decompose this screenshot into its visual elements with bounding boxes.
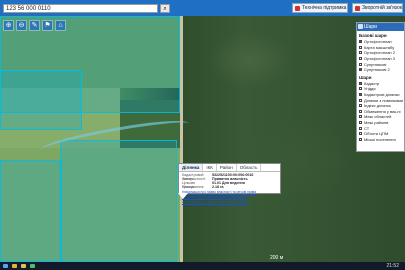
search-input[interactable]: 123 56 000 0110	[3, 4, 158, 13]
scale-bar: 200 м	[270, 255, 284, 261]
layer-label: Ортофотоплан	[364, 39, 392, 45]
feedback-button[interactable]: Зворотній зв'язок	[352, 3, 403, 13]
layer-checkbox[interactable]	[359, 68, 362, 72]
layer-row[interactable]: Супутникові 2	[357, 67, 404, 73]
layer-checkbox[interactable]	[359, 87, 362, 91]
parcel-info-popup: Ділянка ІКК Район Область Кадастровий номер…	[178, 163, 281, 204]
info-link[interactable]: Інформація про право власності та речові…	[179, 190, 280, 194]
layers-heading: Шари	[359, 74, 372, 80]
layer-checkbox[interactable]	[359, 93, 362, 97]
layer-label: Ортофотоплан 2	[364, 50, 395, 56]
map-tools: ⊕ ⊖ ✎ ⚑ ⌂	[3, 20, 66, 32]
layer-checkbox[interactable]	[359, 40, 362, 44]
zoom-out-icon[interactable]: ⊖	[16, 20, 27, 31]
cadastral-parcel[interactable]	[0, 160, 62, 262]
layers-panel-header[interactable]: Шари	[357, 23, 404, 31]
support-button[interactable]: Технічна підтримка	[292, 3, 348, 13]
layers-panel-title: Шари	[364, 24, 377, 30]
layer-row[interactable]: Обмеження у вик-ні	[357, 109, 404, 115]
layer-checkbox[interactable]	[359, 51, 362, 55]
layer-label: Межі районів	[364, 120, 389, 126]
feedback-icon	[355, 6, 360, 11]
top-bar: 123 56 000 0110 ⌕ Технічна підтримка Зво…	[0, 0, 405, 16]
layer-checkbox[interactable]	[359, 45, 362, 49]
layer-label: Межі областей	[364, 114, 392, 120]
layer-checkbox[interactable]	[359, 62, 362, 66]
layers-icon	[358, 24, 363, 29]
popup-tab[interactable]: ІКК	[203, 164, 217, 171]
info-row: Площа: 2.18 га	[179, 185, 280, 189]
flag-icon[interactable]: ⚑	[42, 20, 53, 31]
app-icon[interactable]	[30, 264, 35, 268]
info-value: 2.18 га	[212, 185, 224, 189]
layer-label: СТ	[364, 125, 370, 131]
info-link[interactable]: Інформація про зареєстровані обмеження	[179, 195, 280, 199]
layer-row[interactable]: Кадастрові ділянки	[357, 92, 404, 98]
support-icon	[295, 6, 300, 11]
layer-label: Обмеження у вик-ні	[364, 108, 401, 114]
search-button[interactable]: ⌕	[160, 4, 170, 13]
clock: 21:52	[386, 263, 399, 269]
layer-label: Кадастр	[364, 80, 380, 86]
layer-row[interactable]: Міські поселення	[357, 137, 404, 143]
layer-label: Ортофотоплан 3	[364, 56, 395, 62]
map-canvas[interactable]	[0, 0, 405, 270]
info-key: Площа:	[182, 185, 195, 189]
popup-tab[interactable]: Область	[237, 164, 262, 171]
layer-label: Угіддя	[364, 86, 376, 92]
base-layers-heading: Базові шари	[359, 33, 387, 38]
draw-icon[interactable]: ✎	[29, 20, 40, 31]
cadastral-parcel[interactable]	[0, 70, 82, 130]
cadastral-parcel[interactable]	[60, 140, 177, 262]
layer-checkbox[interactable]	[359, 126, 362, 130]
popup-tab[interactable]: Ділянка	[179, 164, 204, 171]
road	[180, 0, 183, 270]
layer-checkbox[interactable]	[359, 104, 362, 108]
layer-label: Супутникові 2	[364, 67, 390, 73]
explorer-icon[interactable]	[21, 264, 26, 268]
layer-label: Ділянки з помилками	[364, 97, 404, 103]
layer-checkbox[interactable]	[359, 132, 362, 136]
layer-label: Міські поселення	[364, 136, 396, 142]
layer-label: Об'єкти ЦПМ	[364, 131, 389, 137]
popup-pointer	[178, 193, 188, 199]
taskbar: 21:52	[0, 262, 405, 270]
layer-checkbox[interactable]	[359, 98, 362, 102]
layer-checkbox[interactable]	[359, 57, 362, 61]
layer-label: Кадастрові ділянки	[364, 92, 400, 98]
layer-label: Індекс ділянок	[364, 103, 391, 109]
layer-checkbox[interactable]	[359, 109, 362, 113]
layer-checkbox[interactable]	[359, 121, 362, 125]
zoom-in-icon[interactable]: ⊕	[3, 20, 14, 31]
support-label: Технічна підтримка	[302, 5, 347, 11]
layer-checkbox[interactable]	[359, 137, 362, 141]
browser-icon[interactable]	[12, 264, 17, 268]
layer-label: Карта масштабу	[364, 44, 395, 50]
layer-row[interactable]: Ділянки з помилками	[357, 97, 404, 103]
popup-tabs: Ділянка ІКК Район Область	[179, 164, 280, 172]
layer-checkbox[interactable]	[359, 81, 362, 85]
layer-label: Супутникові	[364, 61, 387, 67]
start-icon[interactable]	[3, 264, 8, 268]
popup-tab[interactable]: Район	[217, 164, 237, 171]
layers-panel: Шари Базові шари Ортофотоплан Карта масшт…	[356, 22, 405, 152]
home-icon[interactable]: ⌂	[55, 20, 66, 31]
layer-checkbox[interactable]	[359, 115, 362, 119]
info-link[interactable]: Інформація про право власності на ділянк…	[179, 200, 280, 204]
feedback-label: Зворотній зв'язок	[362, 5, 403, 11]
